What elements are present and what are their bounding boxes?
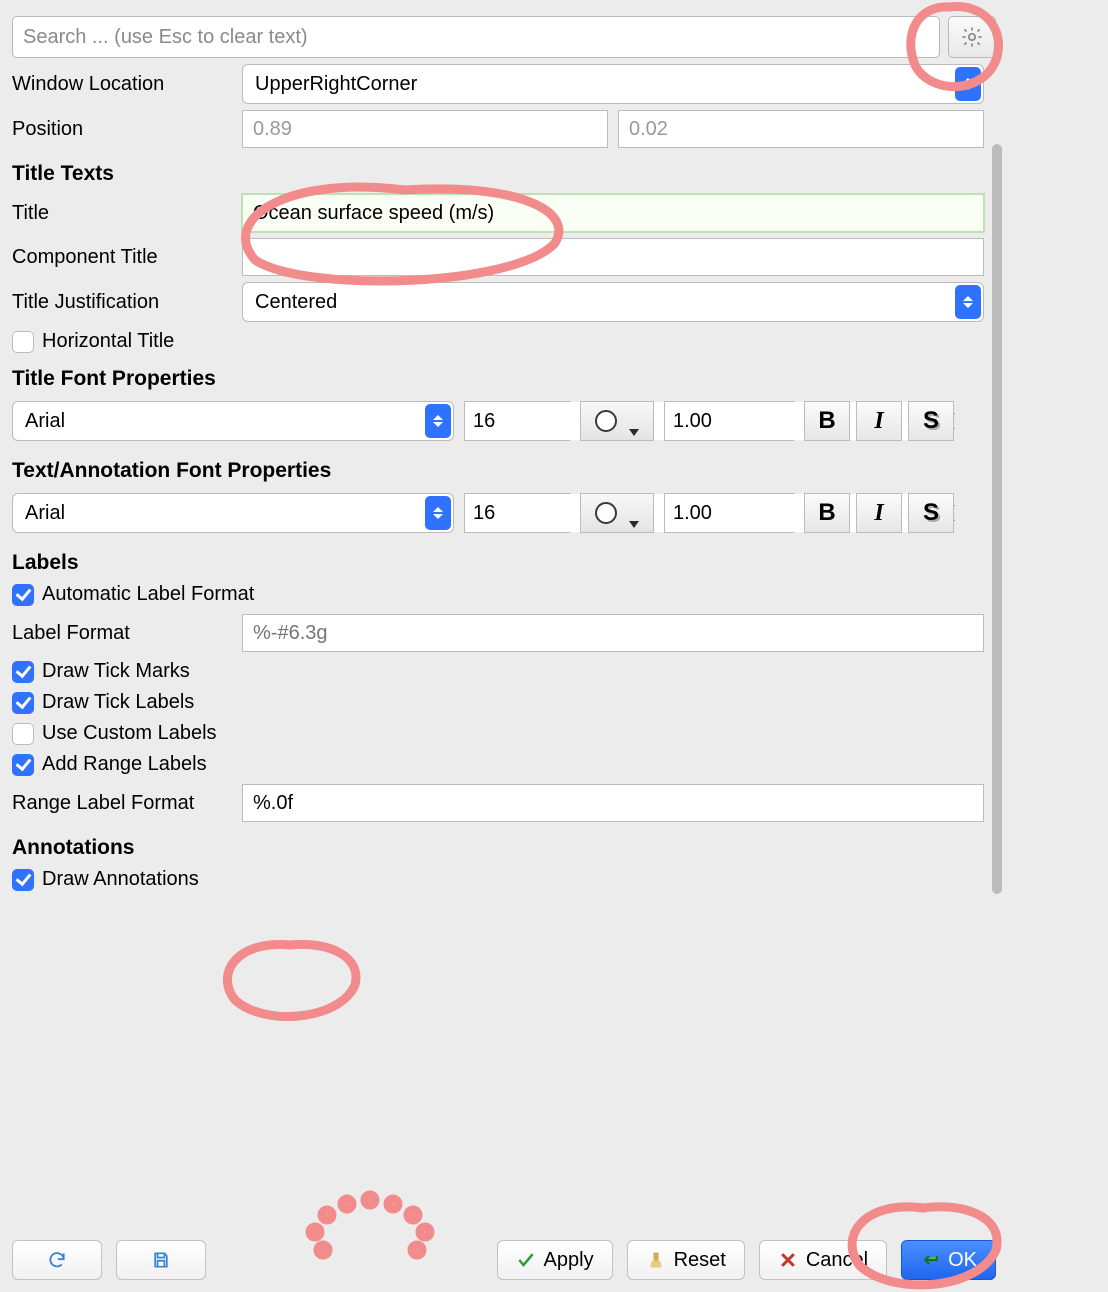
window-location-label: Window Location — [12, 73, 234, 96]
draw-tick-marks-label: Draw Tick Marks — [42, 660, 190, 683]
position-y-input[interactable] — [618, 110, 984, 148]
gear-icon — [960, 25, 984, 49]
title-justification-value: Centered — [255, 291, 337, 314]
text-font-color-button[interactable] — [580, 493, 654, 533]
title-italic-button[interactable]: I — [856, 401, 902, 441]
section-text-font: Text/Annotation Font Properties — [12, 459, 984, 483]
circle-icon — [595, 502, 617, 524]
section-labels: Labels — [12, 551, 984, 575]
text-shadow-button[interactable]: S — [908, 493, 954, 533]
ok-label: OK — [948, 1249, 977, 1272]
draw-tick-labels-label: Draw Tick Labels — [42, 691, 194, 714]
text-font-row: Arial B I S — [12, 493, 984, 533]
title-font-family-select[interactable]: Arial — [12, 401, 454, 441]
chevrons-icon — [955, 285, 981, 319]
text-font-family-value: Arial — [25, 502, 65, 525]
position-label: Position — [12, 118, 234, 141]
title-justification-select[interactable]: Centered — [242, 282, 984, 322]
use-custom-labels-checkbox[interactable] — [12, 723, 34, 745]
title-justification-label: Title Justification — [12, 291, 234, 314]
horizontal-title-checkbox[interactable] — [12, 331, 34, 353]
chevrons-icon — [425, 496, 451, 530]
component-title-input[interactable] — [242, 238, 984, 276]
add-range-labels-label: Add Range Labels — [42, 753, 207, 776]
scrollable-properties[interactable]: Window Location UpperRightCorner Positio… — [12, 64, 996, 891]
section-title-font: Title Font Properties — [12, 367, 984, 391]
cancel-button[interactable]: Cancel — [759, 1240, 887, 1280]
text-font-family-select[interactable]: Arial — [12, 493, 454, 533]
component-title-label: Component Title — [12, 246, 234, 269]
draw-tick-labels-checkbox[interactable] — [12, 692, 34, 714]
title-bold-button[interactable]: B — [804, 401, 850, 441]
title-font-size[interactable] — [464, 401, 570, 441]
label-format-input[interactable] — [242, 614, 984, 652]
draw-tick-marks-checkbox[interactable] — [12, 661, 34, 683]
text-italic-button[interactable]: I — [856, 493, 902, 533]
draw-annotations-label: Draw Annotations — [42, 868, 199, 891]
check-icon — [516, 1250, 536, 1270]
section-annotations: Annotations — [12, 836, 984, 860]
dropdown-triangle-icon — [629, 521, 639, 528]
brush-icon — [646, 1250, 666, 1270]
x-icon — [778, 1250, 798, 1270]
add-range-labels-checkbox[interactable] — [12, 754, 34, 776]
title-font-color-button[interactable] — [580, 401, 654, 441]
title-label: Title — [12, 202, 234, 225]
apply-button[interactable]: Apply — [497, 1240, 613, 1280]
title-font-opacity[interactable] — [664, 401, 794, 441]
range-label-format-label: Range Label Format — [12, 792, 234, 815]
reset-label: Reset — [674, 1249, 726, 1272]
chevrons-icon — [425, 404, 451, 438]
properties-panel: Window Location UpperRightCorner Positio… — [12, 16, 996, 899]
title-font-row: Arial B I S — [12, 401, 984, 441]
chevrons-icon — [955, 67, 981, 101]
reset-button[interactable]: Reset — [627, 1240, 745, 1280]
scrollbar-thumb[interactable] — [992, 144, 1002, 894]
apply-label: Apply — [544, 1249, 594, 1272]
window-location-select[interactable]: UpperRightCorner — [242, 64, 984, 104]
dialog-button-bar: Apply Reset Cancel OK — [12, 1240, 996, 1280]
text-font-size[interactable] — [464, 493, 570, 533]
cancel-label: Cancel — [806, 1249, 868, 1272]
window-location-value: UpperRightCorner — [255, 73, 417, 96]
title-font-family-value: Arial — [25, 410, 65, 433]
text-font-opacity[interactable] — [664, 493, 794, 533]
range-label-format-input[interactable] — [242, 784, 984, 822]
auto-label-format-label: Automatic Label Format — [42, 583, 254, 606]
section-title-texts: Title Texts — [12, 162, 984, 186]
text-bold-button[interactable]: B — [804, 493, 850, 533]
save-button[interactable] — [116, 1240, 206, 1280]
dropdown-triangle-icon — [629, 429, 639, 436]
search-input[interactable] — [12, 16, 940, 58]
annotation-range-circle — [210, 935, 370, 1025]
title-shadow-button[interactable]: S — [908, 401, 954, 441]
horizontal-title-label: Horizontal Title — [42, 330, 174, 353]
refresh-icon — [47, 1250, 67, 1270]
title-input[interactable] — [242, 194, 984, 232]
save-icon — [151, 1250, 171, 1270]
return-arrow-icon — [920, 1250, 940, 1270]
label-format-label: Label Format — [12, 622, 234, 645]
auto-label-format-checkbox[interactable] — [12, 584, 34, 606]
ok-button[interactable]: OK — [901, 1240, 996, 1280]
draw-annotations-checkbox[interactable] — [12, 869, 34, 891]
settings-gear-button[interactable] — [948, 16, 996, 58]
circle-icon — [595, 410, 617, 432]
reload-button[interactable] — [12, 1240, 102, 1280]
use-custom-labels-label: Use Custom Labels — [42, 722, 217, 745]
position-x-input[interactable] — [242, 110, 608, 148]
